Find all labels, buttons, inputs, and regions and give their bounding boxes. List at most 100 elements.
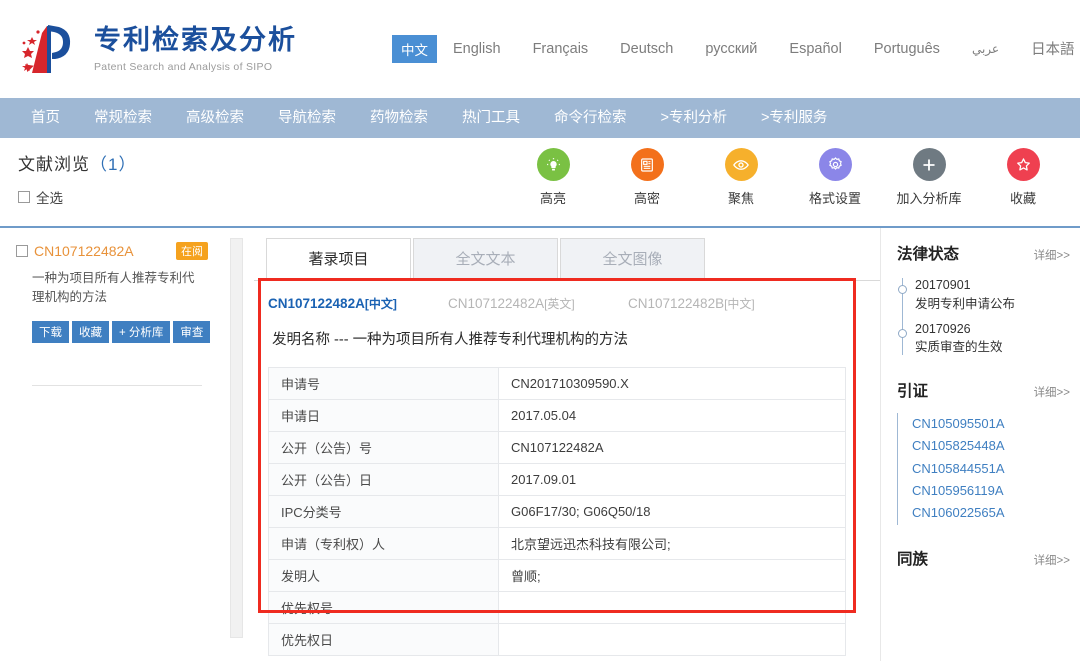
document-title: 一种为项目所有人推荐专利代理机构的方法	[32, 271, 195, 305]
plus-icon	[912, 148, 946, 181]
toolbar-actions: 高亮 高密 聚焦 格式设置 加入分析库 收藏	[506, 148, 1070, 207]
action-favorite[interactable]: 收藏	[976, 148, 1070, 207]
language-selector[interactable]: 中文 English Français Deutsch русский Espa…	[392, 34, 1080, 63]
document-list-sidebar: CN107122482A 在阅 一种为项目所有人推荐专利代理机构的方法 下载 收…	[0, 228, 218, 661]
action-add-to-library[interactable]: 加入分析库	[882, 148, 976, 207]
field-label: 公开（公告）日	[268, 463, 499, 496]
citation-more-link[interactable]: 详细>>	[1034, 384, 1070, 400]
field-value: G06F17/30; G06Q50/18	[498, 495, 846, 528]
citation-list: CN105095501A CN105825448A CN105844551A C…	[897, 413, 1070, 525]
timeline-event: 20170901 发明专利申请公布	[898, 276, 1070, 314]
document-toolbar: 文献浏览（1） 全选 高亮 高密 聚焦 格式设置 加入分析库 收藏	[0, 138, 1080, 228]
list-item[interactable]: CN107122482A 在阅	[16, 242, 208, 260]
action-format-settings[interactable]: 格式设置	[788, 148, 882, 207]
version-lang: [中文]	[724, 297, 755, 311]
field-value: 曾顺;	[498, 559, 846, 592]
family-title: 同族	[897, 550, 929, 568]
nav-item-hot-tools[interactable]: 热门工具	[445, 98, 537, 138]
add-library-button[interactable]: + 分析库	[112, 320, 171, 343]
action-format-settings-label: 格式设置	[808, 191, 861, 206]
field-label: 优先权日	[268, 623, 499, 656]
lang-es[interactable]: Español	[773, 37, 857, 61]
nav-item-drug-search[interactable]: 药物检索	[353, 98, 445, 138]
document-count: （1）	[90, 155, 137, 174]
lang-en[interactable]: English	[437, 37, 517, 61]
list-scrollbar[interactable]	[218, 228, 254, 661]
citation-link[interactable]: CN105956119A	[912, 480, 1070, 502]
info-sidebar: 法律状态 详细>> 20170901 发明专利申请公布 20170926 实质审…	[880, 228, 1080, 661]
timeline-dot-icon	[898, 285, 907, 294]
action-focus[interactable]: 聚焦	[694, 148, 788, 207]
lang-ja[interactable]: 日本語	[1015, 34, 1080, 63]
invention-name-label: 发明名称	[272, 332, 330, 348]
nav-item-navigation-search[interactable]: 导航检索	[261, 98, 353, 138]
brand-title: 专利检索及分析	[94, 25, 297, 56]
field-value	[498, 623, 846, 656]
event-description: 实质审查的生效	[915, 340, 1003, 355]
checkbox-icon[interactable]	[18, 191, 30, 203]
version-link-cn-b-zh[interactable]: CN107122482B[中文]	[628, 295, 808, 312]
lang-zh[interactable]: 中文	[392, 34, 437, 63]
tab-images[interactable]: 全文图像	[560, 238, 705, 280]
lang-fr[interactable]: Français	[517, 37, 605, 61]
action-density-label: 高密	[633, 191, 660, 206]
family-more-link[interactable]: 详细>>	[1034, 552, 1070, 568]
sidebar-divider	[32, 384, 202, 386]
citation-link[interactable]: CN105825448A	[912, 435, 1070, 457]
citation-link[interactable]: CN105844551A	[912, 458, 1070, 480]
gear-icon	[818, 148, 852, 181]
legal-status-more-link[interactable]: 详细>>	[1034, 247, 1070, 263]
action-favorite-label: 收藏	[1009, 191, 1036, 206]
scrollbar-track[interactable]	[229, 238, 243, 638]
version-id: CN107122482B	[628, 296, 725, 311]
nav-item-patent-analysis[interactable]: >专利分析	[644, 98, 744, 138]
version-id: CN107122482A	[268, 296, 365, 311]
citation-link[interactable]: CN106022565A	[912, 502, 1070, 524]
tab-fulltext[interactable]: 全文文本	[413, 238, 558, 280]
version-link-cn-a-zh[interactable]: CN107122482A[中文]	[268, 295, 448, 312]
lightbulb-icon	[536, 148, 570, 181]
field-value: 2017.05.04	[498, 399, 846, 432]
lang-ru[interactable]: русский	[689, 37, 773, 61]
tab-bibliographic[interactable]: 著录项目	[266, 238, 411, 280]
lang-de[interactable]: Deutsch	[604, 37, 689, 61]
legal-status-title: 法律状态	[897, 246, 960, 263]
version-link-cn-a-en[interactable]: CN107122482A[英文]	[448, 295, 628, 312]
table-row: 优先权日	[268, 623, 846, 656]
site-header: 专利检索及分析 Patent Search and Analysis of SI…	[0, 0, 1080, 98]
lang-ar[interactable]: عربي	[956, 38, 1015, 60]
action-density[interactable]: 高密	[600, 148, 694, 207]
lang-pt[interactable]: Português	[858, 37, 956, 61]
nav-item-patent-service[interactable]: >专利服务	[744, 98, 844, 138]
nav-item-command-search[interactable]: 命令行检索	[537, 98, 644, 138]
nav-item-home[interactable]: 首页	[14, 98, 77, 138]
invention-name-row: 发明名称 --- 一种为项目所有人推荐专利代理机构的方法	[272, 328, 880, 349]
version-id: CN107122482A	[448, 296, 545, 311]
bibliographic-table: 申请号 CN201710309590.X 申请日 2017.05.04 公开（公…	[268, 367, 846, 656]
favorite-button[interactable]: 收藏	[72, 320, 109, 343]
document-grid-icon	[630, 148, 664, 181]
action-highlight-label: 高亮	[539, 191, 566, 206]
version-lang: [中文]	[364, 297, 397, 311]
review-button[interactable]: 审查	[173, 320, 211, 343]
action-highlight[interactable]: 高亮	[506, 148, 600, 207]
action-add-to-library-label: 加入分析库	[896, 191, 962, 206]
eye-icon	[724, 148, 758, 181]
download-button[interactable]: 下载	[32, 320, 69, 343]
document-actions: 下载 收藏 + 分析库 审查	[32, 320, 211, 343]
event-date: 20170901	[915, 278, 971, 292]
document-checkbox-icon[interactable]	[16, 245, 28, 257]
brand-subtitle: Patent Search and Analysis of SIPO	[94, 60, 273, 73]
select-all-label: 全选	[36, 191, 63, 206]
brand-logo[interactable]: 专利检索及分析 Patent Search and Analysis of SI…	[18, 17, 297, 81]
citation-link[interactable]: CN105095501A	[912, 413, 1070, 435]
sipo-p-logo-icon	[18, 17, 82, 81]
nav-item-advanced-search[interactable]: 高级检索	[169, 98, 261, 138]
field-label: 申请（专利权）人	[268, 527, 499, 560]
document-id-link[interactable]: CN107122482A	[34, 243, 134, 259]
version-lang: [英文]	[544, 297, 575, 311]
field-value: CN107122482A	[498, 431, 846, 464]
field-label: 公开（公告）号	[268, 431, 499, 464]
nav-item-regular-search[interactable]: 常规检索	[77, 98, 169, 138]
event-description: 发明专利申请公布	[915, 296, 1016, 311]
